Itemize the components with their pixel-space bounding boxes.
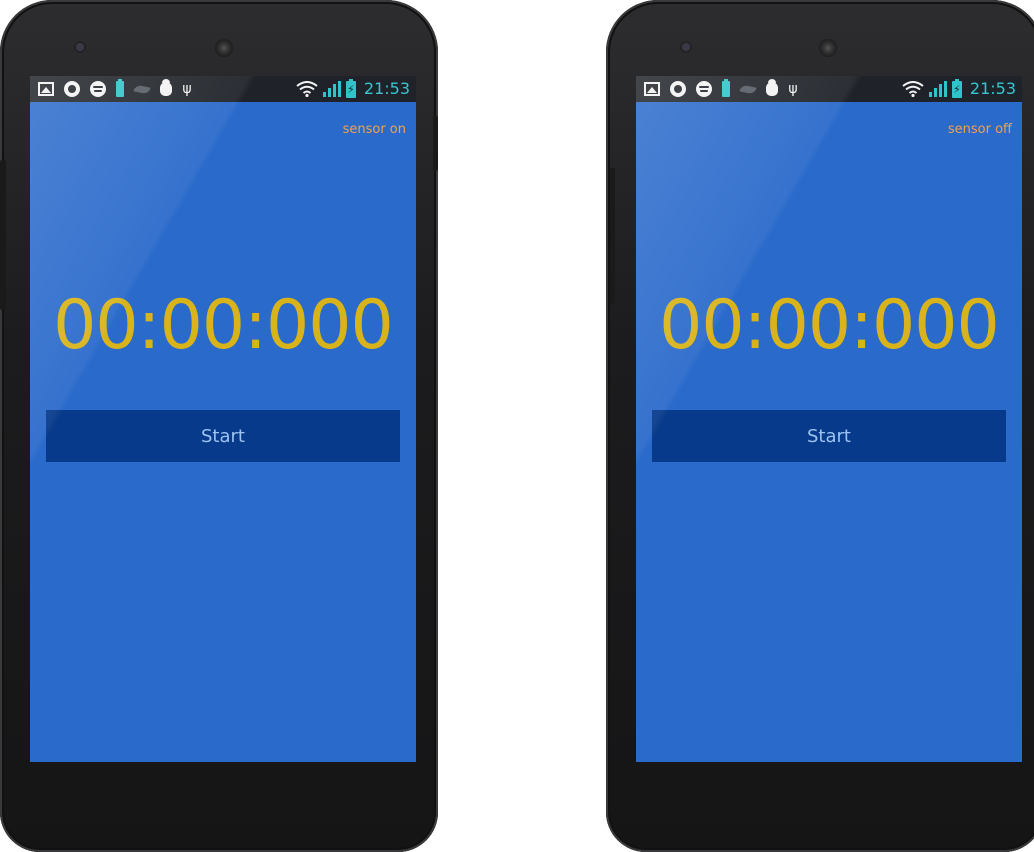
screen: ψ bbox=[636, 76, 1022, 762]
volume-button bbox=[0, 160, 6, 310]
screen: ψ bbox=[30, 76, 416, 762]
volume-button bbox=[610, 168, 615, 304]
proximity-sensor-icon bbox=[356, 45, 370, 49]
front-sensor-icon bbox=[76, 43, 84, 51]
battery-icon bbox=[722, 79, 730, 97]
signal-icon bbox=[928, 81, 947, 97]
phone-right: ψ ⚡ 21:53 sensor off 00:00:000 Start bbox=[606, 0, 1034, 852]
battery-charging-icon bbox=[951, 78, 962, 98]
bug-icon bbox=[766, 79, 778, 96]
front-camera-icon bbox=[819, 39, 837, 57]
app-circle-icon bbox=[64, 81, 80, 97]
usb-icon: ψ bbox=[182, 81, 192, 97]
timer-display: 00:00:000 bbox=[659, 286, 1000, 365]
leaf-icon bbox=[739, 83, 757, 95]
signal-icon bbox=[322, 81, 341, 97]
sensor-status[interactable]: sensor off bbox=[948, 122, 1012, 137]
wifi-icon bbox=[902, 81, 924, 97]
battery-charging-icon bbox=[345, 78, 356, 98]
bug-icon bbox=[160, 79, 172, 96]
battery-icon bbox=[116, 79, 124, 97]
gallery-icon bbox=[38, 82, 54, 96]
front-sensor-icon bbox=[682, 43, 690, 51]
start-button[interactable]: Start bbox=[46, 410, 400, 462]
status-bar: ψ ⚡ 21:53 bbox=[636, 76, 1022, 102]
sensor-status[interactable]: sensor on bbox=[343, 122, 406, 137]
spotify-icon bbox=[696, 81, 712, 97]
leaf-icon bbox=[133, 83, 151, 95]
gallery-icon bbox=[644, 82, 660, 96]
status-time: 21:53 bbox=[969, 79, 1016, 98]
start-button[interactable]: Start bbox=[652, 410, 1006, 462]
wifi-icon bbox=[296, 81, 318, 97]
app-circle-icon bbox=[670, 81, 686, 97]
usb-icon: ψ bbox=[788, 81, 798, 97]
status-time: 21:53 bbox=[363, 79, 410, 98]
front-camera-icon bbox=[215, 39, 233, 57]
timer-display: 00:00:000 bbox=[53, 286, 394, 365]
power-button bbox=[433, 116, 438, 171]
status-bar: ψ ⚡ 21:53 bbox=[30, 76, 416, 102]
phone-left: ψ ⚡ 21:53 sensor on 00:00:000 Start bbox=[0, 0, 438, 852]
spotify-icon bbox=[90, 81, 106, 97]
proximity-sensor-icon bbox=[962, 45, 976, 49]
